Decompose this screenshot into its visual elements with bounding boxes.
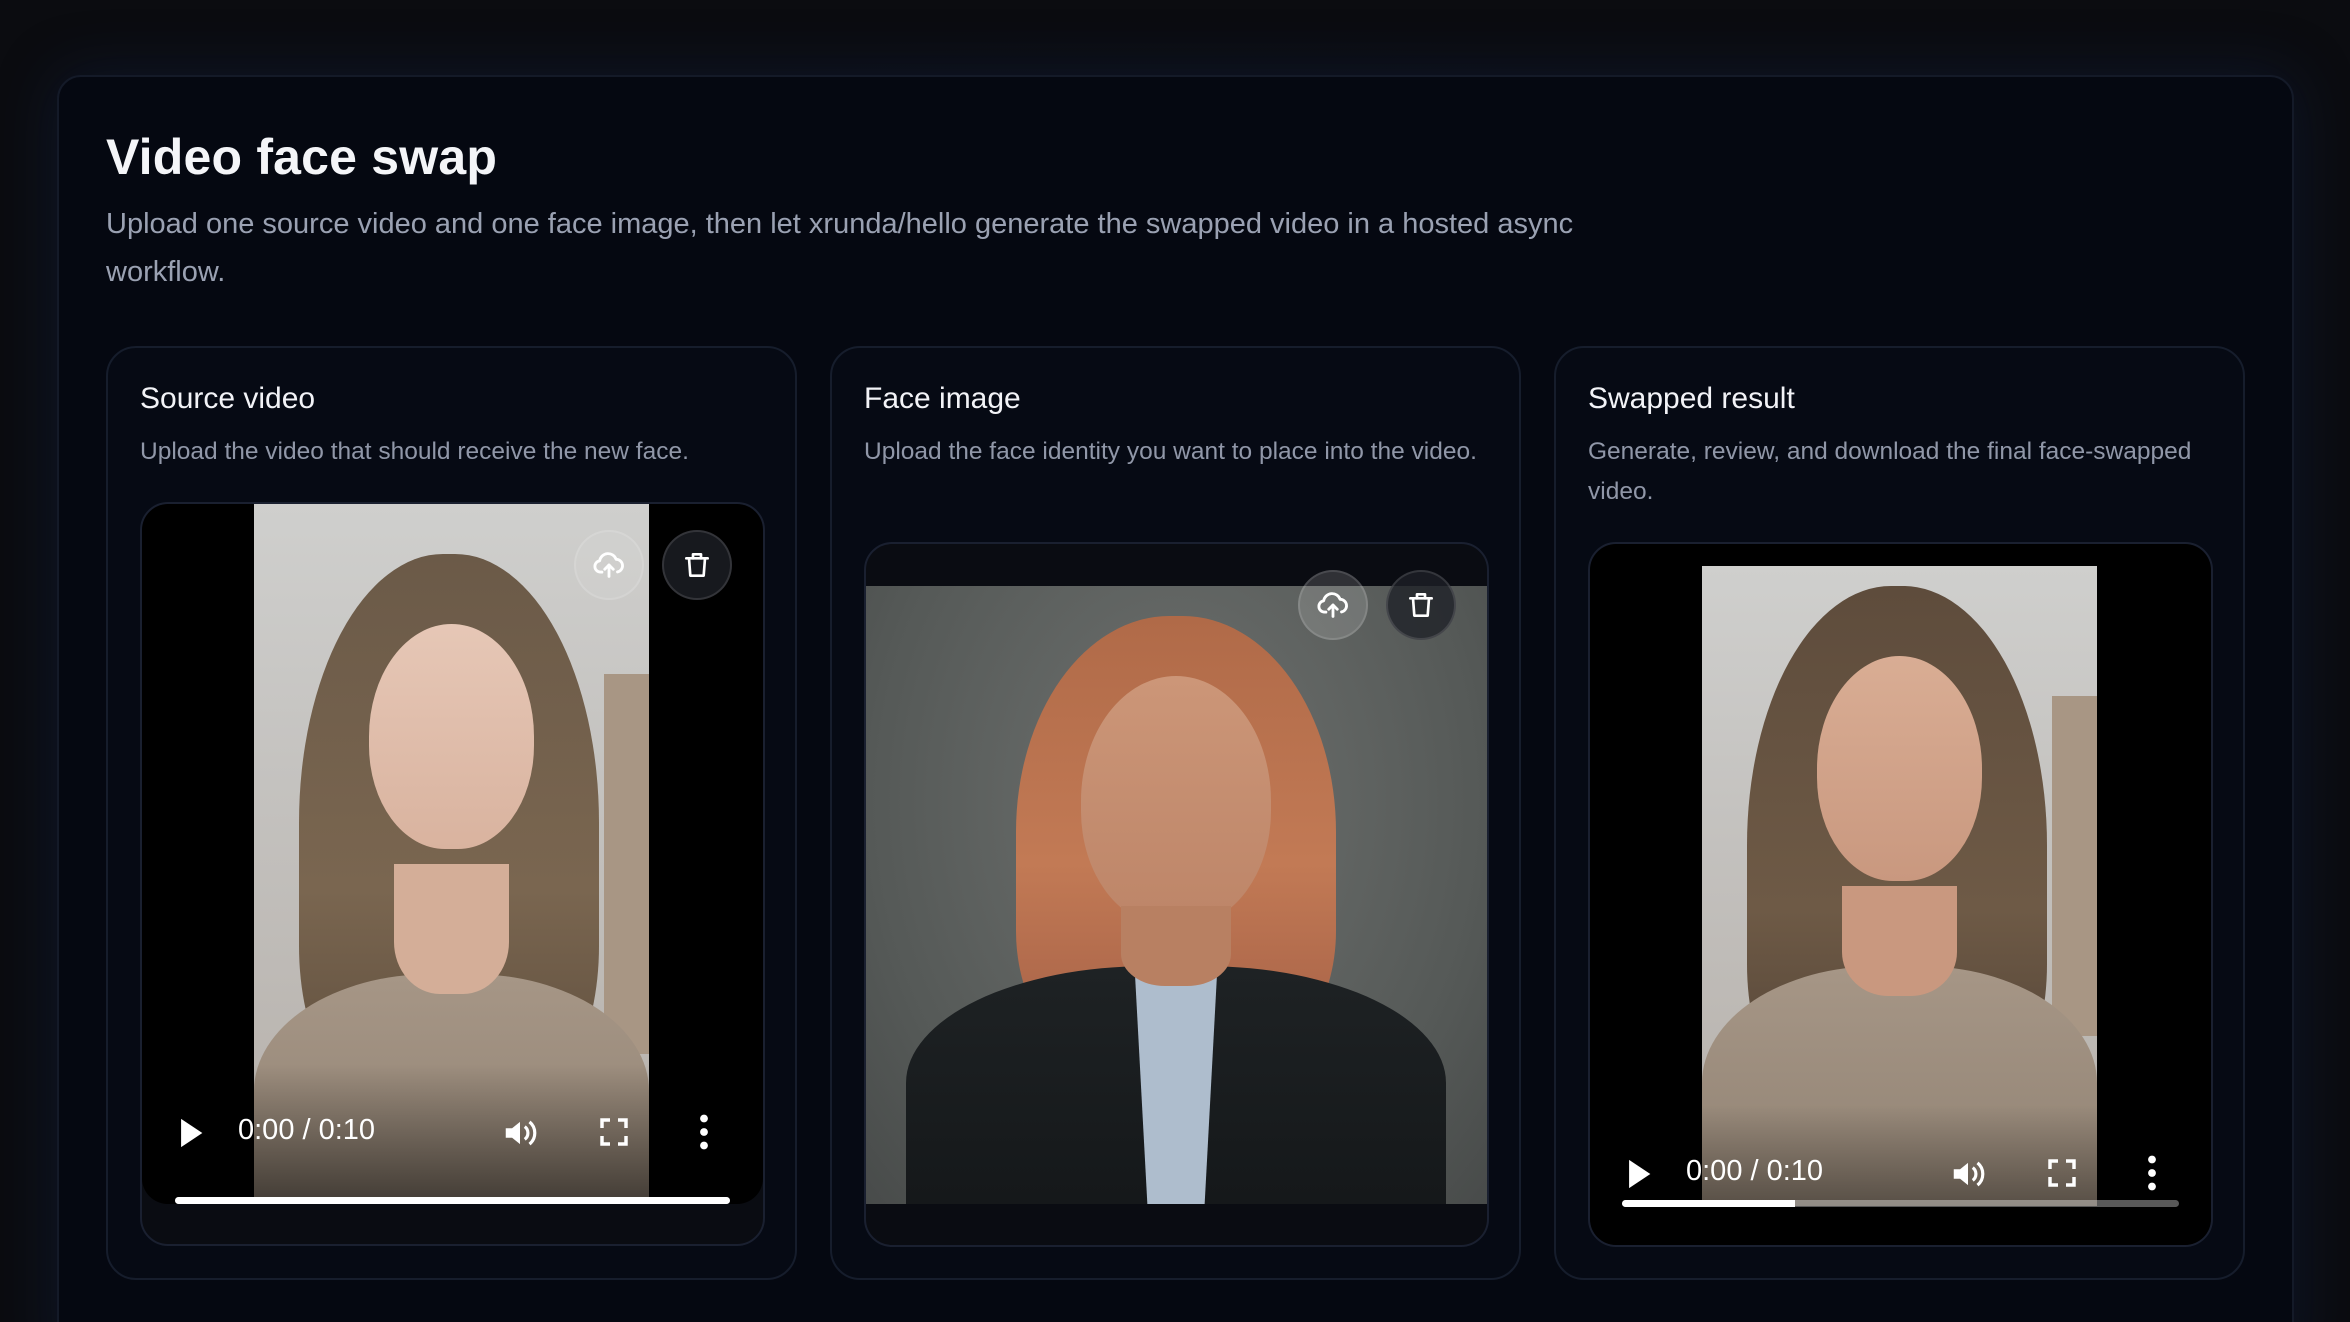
play-icon[interactable] bbox=[1624, 1157, 1654, 1191]
progress-fill bbox=[1622, 1200, 1795, 1207]
face bbox=[1081, 676, 1271, 926]
time-display: 0:00 / 0:10 bbox=[238, 1114, 376, 1146]
delete-button[interactable] bbox=[662, 530, 732, 600]
page-title: Video face swap bbox=[106, 129, 498, 185]
progress-bar[interactable] bbox=[1622, 1200, 2179, 1207]
swapped-result-card: Swapped result Generate, review, and dow… bbox=[1554, 346, 2245, 1280]
result-video-container: 0:00 / 0:10 bbox=[1588, 542, 2213, 1247]
card-description: Upload the face identity you want to pla… bbox=[864, 438, 1477, 465]
face-image-preview bbox=[866, 586, 1487, 1204]
face bbox=[369, 624, 534, 849]
volume-icon[interactable] bbox=[1948, 1155, 1988, 1193]
source-video-card: Source video Upload the video that shoul… bbox=[106, 346, 797, 1280]
face-image-card: Face image Upload the face identity you … bbox=[830, 346, 1521, 1280]
source-video-player[interactable]: 0:00 / 0:10 bbox=[142, 504, 763, 1204]
upload-button[interactable] bbox=[1298, 570, 1368, 640]
upload-icon bbox=[593, 552, 624, 578]
upload-icon bbox=[1317, 592, 1348, 618]
time-display: 0:00 / 0:10 bbox=[1686, 1155, 1824, 1187]
play-icon[interactable] bbox=[176, 1116, 206, 1150]
delete-button[interactable] bbox=[1386, 570, 1456, 640]
fullscreen-icon[interactable] bbox=[598, 1116, 630, 1148]
source-video-dropzone[interactable]: 0:00 / 0:10 bbox=[140, 502, 765, 1246]
more-options-icon[interactable] bbox=[698, 1114, 710, 1150]
card-title: Source video bbox=[140, 382, 316, 415]
face bbox=[1817, 656, 1982, 881]
card-description: Generate, review, and download the final… bbox=[1588, 438, 2192, 505]
card-title: Face image bbox=[864, 382, 1021, 415]
result-video-player[interactable]: 0:00 / 0:10 bbox=[1590, 544, 2211, 1245]
face-image-dropzone[interactable] bbox=[864, 542, 1489, 1247]
card-title: Swapped result bbox=[1588, 382, 1795, 415]
progress-bar[interactable] bbox=[175, 1197, 730, 1204]
progress-fill bbox=[175, 1197, 730, 1204]
page-subtitle: Upload one source video and one face ima… bbox=[106, 208, 1574, 288]
trash-icon bbox=[1409, 593, 1433, 617]
card-description: Upload the video that should receive the… bbox=[140, 438, 689, 465]
upload-button[interactable] bbox=[574, 530, 644, 600]
volume-icon[interactable] bbox=[500, 1114, 540, 1152]
video-controls: 0:00 / 0:10 bbox=[142, 1064, 763, 1204]
trash-icon bbox=[685, 553, 709, 577]
video-controls: 0:00 / 0:10 bbox=[1590, 1105, 2211, 1245]
more-options-icon[interactable] bbox=[2146, 1155, 2158, 1191]
fullscreen-icon[interactable] bbox=[2046, 1157, 2078, 1189]
